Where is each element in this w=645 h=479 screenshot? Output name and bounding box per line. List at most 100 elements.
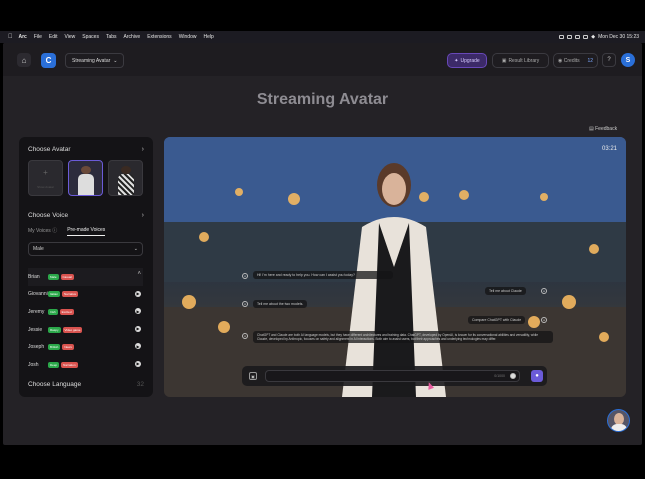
speaker-icon[interactable]: ●	[242, 333, 248, 339]
voice-row[interactable]: Jeremy Irish Excited ▶	[28, 303, 143, 321]
wifi-icon[interactable]: ◆	[591, 34, 595, 40]
chat-message: Compare ChatGPT with Claude	[468, 316, 526, 324]
status-icon[interactable]	[567, 35, 573, 39]
avatar-video[interactable]: 03:21 ● Hi! I'm here and ready to help y…	[164, 137, 626, 397]
avatar-head	[81, 166, 91, 174]
add-avatar-button[interactable]: + Show Avatar	[28, 160, 63, 196]
voice-tag: Excited	[59, 308, 74, 315]
upgrade-button[interactable]: ✦ Upgrade	[447, 53, 487, 68]
voice-name: Josh	[28, 361, 39, 368]
chat-message: Hi! I'm here and ready to help you. How …	[253, 271, 393, 279]
voice-tag: Casual	[60, 273, 74, 280]
lantern	[599, 332, 609, 342]
gender-select[interactable]: Male ⌄	[28, 242, 143, 256]
menu-item-spaces[interactable]: Spaces	[82, 34, 99, 40]
play-icon[interactable]: ▶	[135, 308, 141, 315]
chevron-up-icon[interactable]: ˄	[137, 271, 141, 277]
project-selector[interactable]: Streaming Avatar ⌄	[65, 53, 125, 68]
speaker-icon[interactable]: ●	[242, 273, 248, 279]
battery-icon[interactable]	[583, 35, 589, 39]
voice-row[interactable]: Jessie Raspy Video game ▶	[28, 321, 143, 339]
status-icon[interactable]	[559, 35, 565, 39]
menu-item-tabs[interactable]: Tabs	[106, 34, 117, 40]
feedback-icon: ▤	[589, 126, 594, 132]
plus-icon: +	[43, 167, 48, 177]
help-button[interactable]: ?	[602, 53, 616, 67]
lantern	[589, 244, 599, 254]
result-library-button[interactable]: ▣ Result Library	[492, 53, 549, 68]
voice-tabs: My Voices ⓘ Pre-made Voices	[28, 227, 106, 236]
voice-tag: British	[48, 344, 61, 351]
voice-tag: Raspy	[48, 326, 61, 333]
library-label: Result Library	[508, 57, 540, 64]
top-nav: ⌂ C Streaming Avatar ⌄ ✦ Upgrade ▣ Resul…	[3, 43, 642, 76]
status-icon[interactable]	[575, 35, 581, 39]
feedback-button[interactable]: ▤ Feedback	[589, 126, 617, 132]
home-icon[interactable]: ⌂	[17, 53, 31, 67]
voice-list: Brian Male Casual ˄ Giovanni Italian Narrative…	[28, 268, 143, 374]
feedback-label: Feedback	[595, 126, 618, 132]
lantern	[199, 232, 209, 242]
chat-message: Tell me about the two models.	[253, 300, 308, 308]
tab-label: My Voices	[28, 228, 51, 234]
tab-my-voices[interactable]: My Voices ⓘ	[28, 227, 57, 236]
voice-tag: Male	[48, 273, 59, 280]
play-icon[interactable]: ▶	[135, 290, 141, 297]
voice-row[interactable]: Joseph British News ▶	[28, 338, 143, 356]
menu-item-file[interactable]: File	[34, 34, 42, 40]
lantern	[540, 193, 548, 201]
voice-row[interactable]: Giovanni Italian Narrative ▶	[28, 286, 143, 304]
play-icon[interactable]: ▶	[135, 325, 141, 332]
chat-input[interactable]: 0/1000	[265, 370, 520, 382]
credits-label: ◉ Credits	[558, 58, 580, 64]
choose-voice-header[interactable]: Choose Voice ›	[28, 212, 144, 219]
play-icon[interactable]: ▶	[135, 360, 141, 367]
menu-item-edit[interactable]: Edit	[49, 34, 58, 40]
gender-value: Male	[33, 246, 44, 252]
attach-icon[interactable]: ▣	[249, 372, 257, 380]
menu-item-help[interactable]: Help	[203, 34, 213, 40]
menu-item-arc[interactable]: Arc	[19, 34, 27, 40]
credits-button[interactable]: ◉ Credits 12	[553, 53, 598, 68]
choose-voice-label: Choose Voice	[28, 212, 69, 219]
menu-item-extensions[interactable]: Extensions	[147, 34, 171, 40]
user-icon: ●	[541, 317, 547, 323]
clock[interactable]: Mon Dec 30 15:23	[598, 34, 639, 40]
user-avatar[interactable]: S	[621, 53, 635, 67]
microphone-button[interactable]: ●	[531, 370, 543, 382]
lantern	[562, 295, 576, 309]
tab-premade-voices[interactable]: Pre-made Voices	[67, 227, 106, 236]
voice-tag: Video game	[62, 326, 83, 333]
voice-row[interactable]: Josh Deep Narration ▶	[28, 356, 143, 374]
voice-name: Jeremy	[28, 308, 45, 315]
lantern	[528, 316, 540, 328]
system-menubar:  Arc File Edit View Spaces Tabs Archive…	[0, 31, 645, 43]
lantern	[459, 190, 469, 200]
avatar-thumbnail-selected[interactable]	[68, 160, 103, 196]
menu-item-archive[interactable]: Archive	[124, 34, 141, 40]
chat-message: Tell me about Claude	[485, 287, 526, 295]
voice-row[interactable]: Brian Male Casual ˄	[28, 268, 143, 286]
choose-language-header[interactable]: Choose Language 32	[28, 381, 144, 388]
language-count: 32	[136, 381, 144, 388]
chevron-right-icon: ›	[141, 212, 144, 219]
choose-avatar-header[interactable]: Choose Avatar ›	[28, 146, 144, 153]
settings-panel: Choose Avatar › + Show Avatar Choose Voi…	[19, 137, 153, 397]
chevron-down-icon: ⌄	[113, 57, 118, 64]
app-logo[interactable]: C	[41, 53, 56, 68]
video-scene	[164, 137, 626, 397]
apple-icon[interactable]: 	[8, 34, 13, 40]
send-icon[interactable]	[510, 373, 516, 379]
menu-item-window[interactable]: Window	[179, 34, 197, 40]
folder-icon: ▣	[501, 57, 507, 64]
menu-item-view[interactable]: View	[65, 34, 76, 40]
lantern	[218, 321, 230, 333]
credits-value: 12	[587, 57, 593, 64]
floating-avatar[interactable]	[607, 409, 630, 432]
speaker-icon[interactable]: ●	[242, 301, 248, 307]
play-icon[interactable]: ▶	[135, 343, 141, 350]
avatar-thumbnail[interactable]	[108, 160, 143, 196]
chat-input-bar: ▣ 0/1000 ●	[242, 366, 547, 386]
avatar-head	[121, 166, 131, 174]
browser-window: ⌂ C Streaming Avatar ⌄ ✦ Upgrade ▣ Resul…	[3, 43, 642, 445]
